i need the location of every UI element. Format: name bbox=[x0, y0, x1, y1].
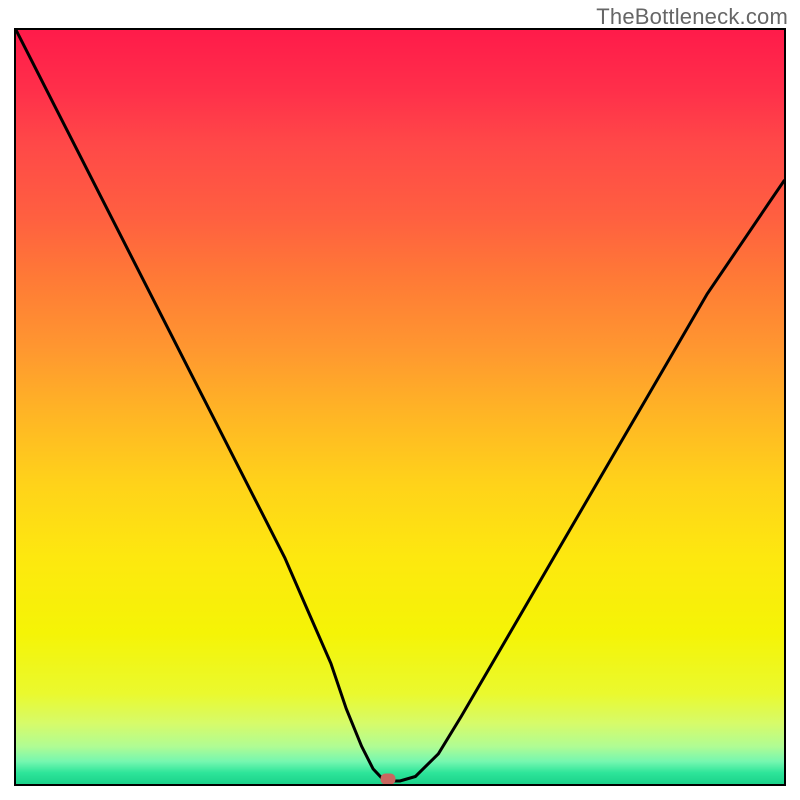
watermark-text: TheBottleneck.com bbox=[596, 4, 788, 30]
chart-container: TheBottleneck.com bbox=[0, 0, 800, 800]
curve-svg bbox=[16, 30, 784, 784]
plot-frame bbox=[14, 28, 786, 786]
optimum-marker bbox=[381, 774, 396, 785]
bottleneck-curve bbox=[16, 30, 784, 781]
